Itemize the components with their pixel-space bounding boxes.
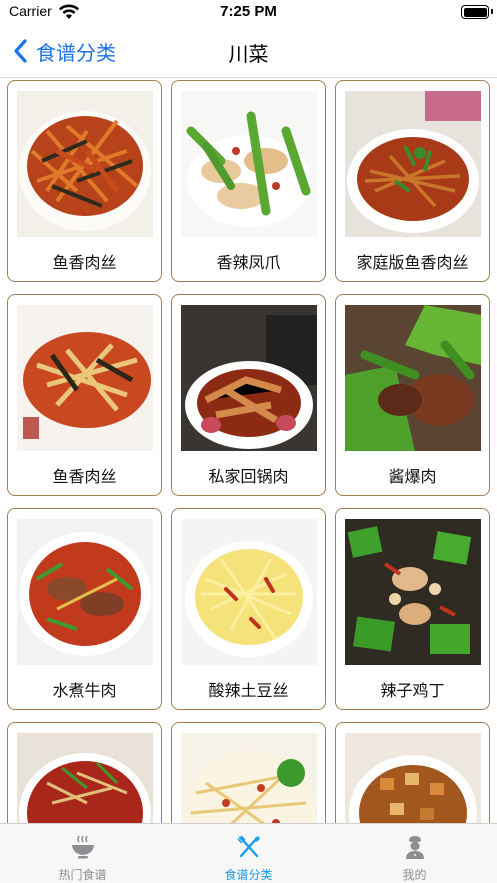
recipe-image	[345, 91, 481, 237]
recipe-name: 香辣凤爪	[216, 253, 281, 272]
page-title: 川菜	[228, 42, 269, 66]
tab-my-profile[interactable]: 我的	[332, 824, 497, 883]
recipe-image	[181, 91, 317, 237]
tab-popular-recipes[interactable]: 热门食谱	[0, 824, 165, 883]
recipe-name: 水煮牛肉	[52, 681, 117, 700]
recipe-card[interactable]	[7, 722, 162, 823]
recipe-image	[17, 91, 153, 237]
recipe-name: 鱼香肉丝	[52, 467, 117, 486]
tab-label: 热门食谱	[58, 868, 107, 882]
recipe-name: 鱼香肉丝	[52, 253, 117, 272]
recipe-card[interactable]: 鱼香肉丝	[7, 294, 162, 496]
recipe-name: 私家回锅肉	[208, 467, 289, 486]
tab-label: 我的	[402, 868, 427, 882]
recipe-card[interactable]: 水煮牛肉	[7, 508, 162, 710]
tab-label: 食谱分类	[224, 868, 273, 882]
recipe-name: 辣子鸡丁	[380, 681, 445, 700]
recipe-image	[181, 519, 317, 665]
recipe-image	[17, 519, 153, 665]
bowl-icon	[71, 835, 94, 859]
chef-icon	[405, 836, 424, 859]
battery-icon	[461, 5, 489, 19]
recipe-image	[17, 305, 153, 451]
recipe-card[interactable]: 辣子鸡丁	[335, 508, 490, 710]
recipe-card[interactable]: 香辣凤爪	[171, 80, 326, 282]
recipe-image	[345, 519, 481, 665]
recipe-image	[345, 733, 481, 823]
navigation-bar: 食谱分类 川菜	[0, 26, 497, 78]
recipe-grid: 鱼香肉丝 香辣凤爪 家庭版鱼香肉丝 鱼香肉丝 私家回锅肉 酱爆肉 水煮牛肉 酸辣…	[0, 79, 497, 823]
status-time: 7:25 PM	[220, 3, 277, 20]
utensils-icon	[236, 835, 260, 858]
recipe-name: 酱爆肉	[388, 467, 437, 486]
tab-recipe-categories[interactable]: 食谱分类	[166, 824, 331, 883]
recipe-card[interactable]: 家庭版鱼香肉丝	[335, 80, 490, 282]
recipe-card[interactable]	[171, 722, 326, 823]
recipe-card[interactable]: 酱爆肉	[335, 294, 490, 496]
recipe-card[interactable]: 酸辣土豆丝	[171, 508, 326, 710]
recipe-image	[181, 305, 317, 451]
recipe-name: 家庭版鱼香肉丝	[356, 253, 469, 272]
status-bar: Carrier 7:25 PM	[0, 0, 497, 26]
battery-tip	[491, 9, 493, 14]
recipe-card[interactable]: 私家回锅肉	[171, 294, 326, 496]
recipe-image	[17, 733, 153, 823]
recipe-card[interactable]	[335, 722, 490, 823]
tab-bar: 热门食谱 食谱分类 我的	[0, 823, 497, 883]
recipe-name: 酸辣土豆丝	[208, 681, 289, 700]
recipe-card[interactable]: 鱼香肉丝	[7, 80, 162, 282]
recipe-image	[345, 305, 481, 451]
recipe-image	[181, 733, 317, 823]
